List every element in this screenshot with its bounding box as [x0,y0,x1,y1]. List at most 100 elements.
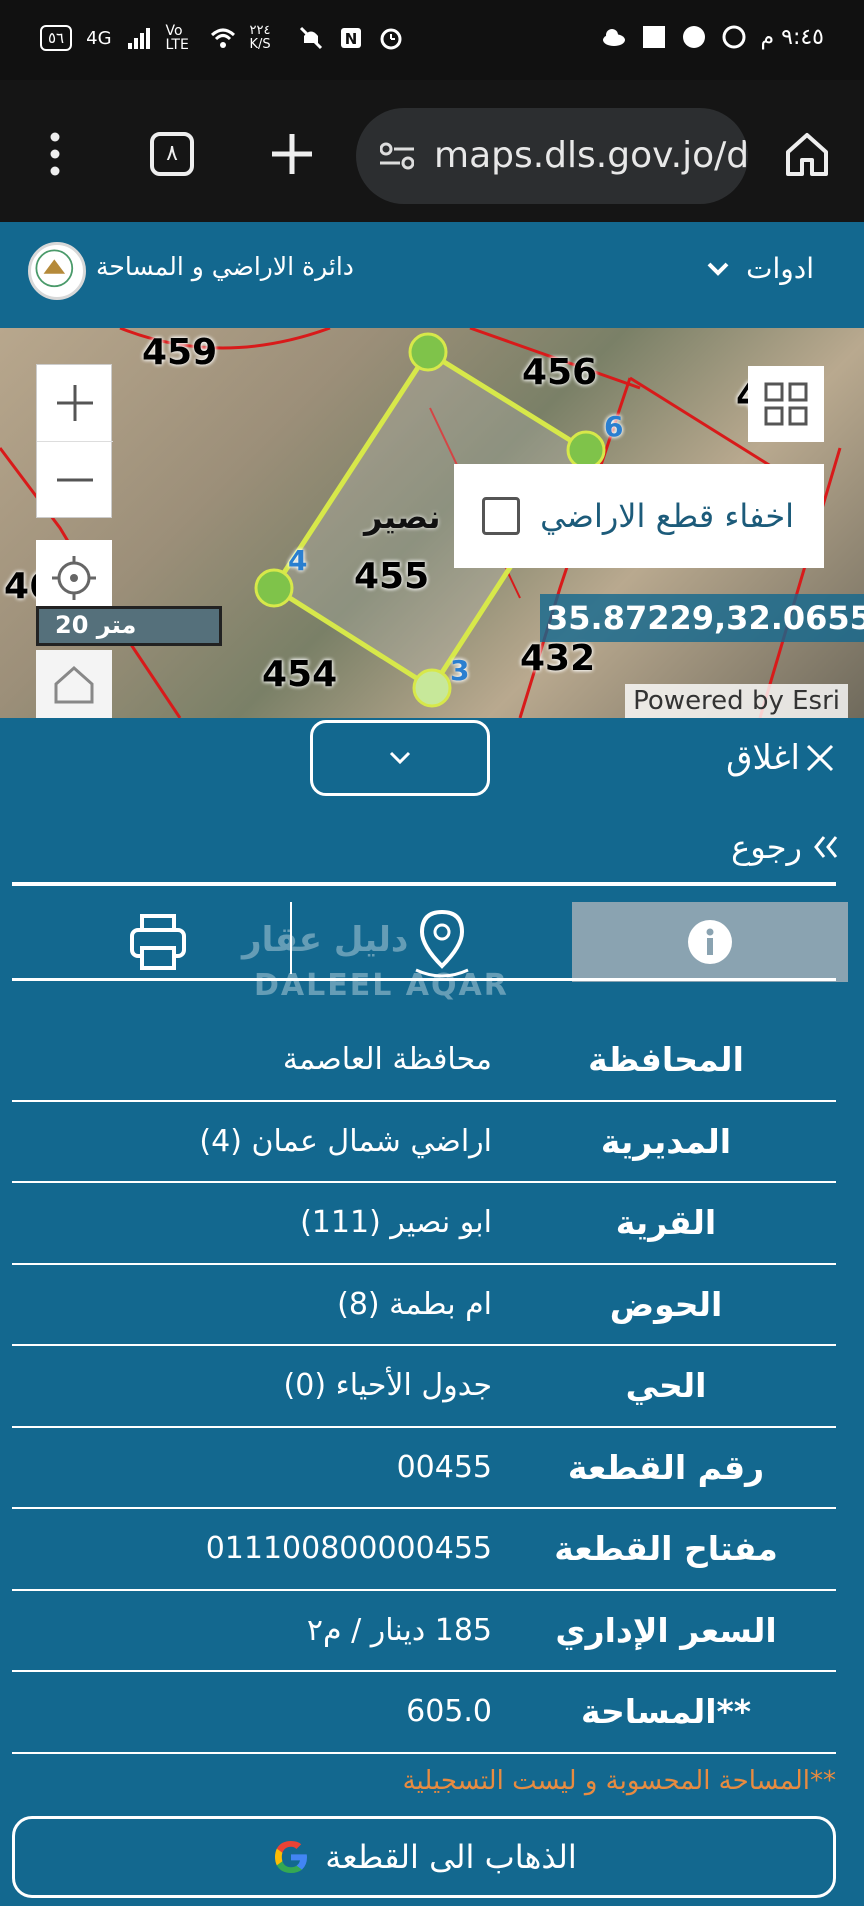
network-label: 4G [86,27,112,49]
vertex-label: 3 [450,654,470,687]
table-row: **المساحة 605.0 [12,1672,836,1754]
row-key: المحافظة [588,1040,744,1080]
plus-icon [57,385,93,421]
collapse-panel-button[interactable] [310,720,490,796]
double-chevron-icon [814,836,838,858]
home-icon[interactable] [784,130,830,178]
qr-code-icon [764,382,808,426]
minus-icon [57,478,93,481]
row-value: 185 دينار / م٢ [306,1612,492,1648]
hide-parcels-toggle[interactable]: اخفاء قطع الاراضي [454,464,824,568]
tab-switcher-button[interactable]: ٨ [150,132,194,176]
new-tab-icon[interactable] [268,130,316,178]
row-value: 00455 [396,1449,492,1485]
table-row: مفتاح القطعة 011100800000455 [12,1509,836,1591]
qr-code-button[interactable] [748,366,824,442]
divider [12,882,836,886]
status-right: ٩:٤٥ م [601,24,825,50]
wifi-icon [210,28,235,48]
battery-indicator: ٥٦ [40,25,73,51]
cloud-icon [602,29,625,46]
more-menu-icon[interactable] [50,132,60,176]
go-to-parcel-button[interactable]: الذهاب الى القطعة [12,1816,836,1898]
row-key: الحوض [609,1284,723,1324]
signal-icon [127,28,150,49]
whatsapp-icon [722,25,745,49]
nfc-icon: N [340,28,361,48]
crosshair-icon [52,556,96,600]
close-icon [806,744,834,772]
table-row: القرية ابو نصير (111) [12,1183,836,1265]
parcel-label: 454 [262,654,338,695]
alarm-icon [380,28,402,50]
address-bar[interactable]: maps.dls.gov.jo/d [356,108,748,204]
table-row: المحافظة محافظة العاصمة [12,1020,836,1102]
department-title: دائرة الاراضي و المساحة [96,252,354,281]
table-row: الحوض ام بطمة (8) [12,1265,836,1346]
volte-label: Vo LTE [165,23,189,53]
table-row: رقم القطعة 00455 [12,1428,836,1509]
table-row: الحي جدول الأحياء (0) [12,1346,836,1428]
print-icon[interactable] [128,912,188,972]
url-text: maps.dls.gov.jo/d [434,135,748,176]
close-button[interactable]: اغلاق [726,738,836,778]
parcel-label: 455 [354,556,430,597]
coordinates-readout: 35.87229,32.06557 [540,594,864,642]
row-key: الحي [625,1366,707,1406]
row-value: 605.0 [406,1694,492,1730]
zoom-out-button[interactable] [37,441,113,517]
map-home-button[interactable] [36,650,112,718]
parcel-label: 459 [142,332,218,373]
row-key: السعر الإداري [555,1610,777,1650]
row-key: مفتاح القطعة [554,1529,778,1569]
bottom-edge [0,1906,864,1920]
info-icon [688,920,732,964]
parcel-label: 456 [522,352,598,393]
row-value: محافظة العاصمة [282,1042,492,1078]
row-value: جدول الأحياء (0) [283,1368,492,1404]
hide-parcels-label: اخفاء قطع الاراضي [540,497,794,535]
row-key: المديرية [600,1121,732,1161]
square-icon [642,26,665,48]
tools-menu[interactable]: ادوات [706,252,814,285]
app-header: دائرة الاراضي و المساحة ادوات [0,222,864,328]
area-label: نصير [364,498,441,536]
hide-parcels-checkbox[interactable] [482,497,521,535]
table-row: المديرية اراضي شمال عمان (4) [12,1102,836,1183]
zoom-controls [36,364,113,518]
back-button[interactable]: رجوع [731,828,840,866]
map-view[interactable]: 459 456 455 454 432 4 46 4 6 3 نصير 20 م… [0,328,864,718]
svg-text:N: N [344,30,357,48]
dls-logo [28,242,86,300]
parcel-label: 432 [520,638,596,679]
row-key: رقم القطعة [567,1447,765,1487]
tools-label: ادوات [746,252,814,285]
speed-label: ٢٢٤ K/S [249,23,271,52]
parcel-info-panel: اغلاق رجوع دليل عقار DALEEL AQAR المحافظ… [0,718,864,1920]
site-settings-icon[interactable] [380,142,414,170]
zoom-in-button[interactable] [37,365,113,441]
locate-button[interactable] [36,540,112,616]
map-pin-icon[interactable] [412,908,472,978]
home-icon [54,665,94,704]
scale-bar: 20 متر [36,606,222,646]
browser-toolbar: ٨ maps.dls.gov.jo/d [0,80,864,222]
watermark-arabic: دليل عقار [242,920,409,960]
messenger-icon [682,26,705,48]
chevron-down-icon [707,262,729,276]
clock: ٩:٤٥ م [760,24,825,50]
go-to-parcel-label: الذهاب الى القطعة [325,1838,577,1876]
row-key: القرية [615,1203,717,1243]
mute-icon [299,26,322,50]
area-footnote: **المساحة المحسوبة و ليست التسجيلية [402,1766,836,1796]
row-value: اراضي شمال عمان (4) [199,1123,492,1159]
row-key: **المساحة [580,1692,752,1732]
table-row: السعر الإداري 185 دينار / م٢ [12,1591,836,1672]
status-left: ٥٦ 4G Vo LTE ٢٢٤ K/S N [40,24,404,52]
row-value: ام بطمة (8) [337,1286,492,1322]
divider [12,978,836,981]
close-label: اغلاق [726,738,800,778]
row-value: 011100800000455 [205,1531,492,1567]
vertex-label: 4 [288,544,308,577]
map-attribution: Powered by Esri [625,684,848,718]
